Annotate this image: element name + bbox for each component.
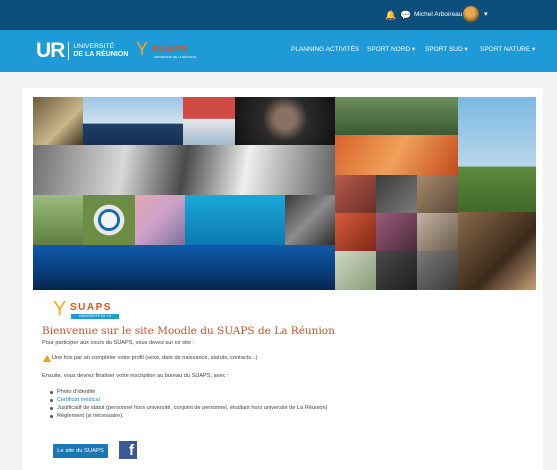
- bullet: [50, 391, 53, 394]
- photo-tile: [376, 251, 417, 290]
- suaps-logo-sub: UNIVERSITÉ DE LA RÉUNION: [71, 314, 119, 323]
- list-item: Justificatif de statut (personnel hors u…: [57, 405, 328, 411]
- university-line1: UNIVERSITÉ: [73, 43, 115, 50]
- user-name[interactable]: Michel Arboireau: [414, 9, 462, 21]
- photo-tile: [335, 175, 376, 213]
- photo-tile: [183, 97, 235, 145]
- bullet: [50, 399, 53, 402]
- runner-icon: Y: [136, 39, 149, 59]
- photo-tile: [335, 135, 458, 175]
- suaps-site-button[interactable]: Le site du SUAPS: [53, 444, 108, 458]
- nav-planning-activites[interactable]: PLANNING ACTIVITÉS: [291, 45, 359, 55]
- photo-tile: [185, 195, 285, 245]
- facebook-icon[interactable]: f: [119, 441, 137, 459]
- suaps-logo-word: SUAPS: [70, 302, 112, 313]
- photo-tile: [235, 97, 335, 145]
- photo-tile: [335, 213, 376, 251]
- medical-certificate-link[interactable]: Certificat médical: [57, 396, 100, 404]
- sports-photo-collage: [33, 97, 536, 290]
- suaps-nav-logo[interactable]: Y SUAPS UNIVERSITÉ DE LA RÉUNION: [136, 38, 198, 62]
- suaps-nav-word: SUAPS: [152, 44, 189, 54]
- photo-tile: [335, 97, 458, 135]
- photo-tile: [33, 245, 335, 290]
- photo-tile: [285, 195, 335, 245]
- warning-text: Une fois par an compléter votre profil (…: [52, 355, 258, 361]
- suaps-nav-sub: UNIVERSITÉ DE LA RÉUNION: [154, 55, 197, 59]
- photo-tile: [417, 251, 458, 290]
- photo-tile: [335, 251, 376, 290]
- nav-sport-sud[interactable]: SPORT SUD ▾: [425, 45, 468, 55]
- photo-tile: [458, 97, 536, 212]
- photo-tile: [417, 175, 458, 213]
- list-item: Photo d'identité: [57, 389, 96, 395]
- photo-tile: [135, 195, 185, 245]
- warning-icon: [43, 355, 51, 362]
- photo-tile: [376, 213, 417, 251]
- user-bar: 🔔 💬 Michel Arboireau ▾: [0, 0, 557, 30]
- university-line2: DE LA RÉUNION: [73, 51, 129, 58]
- bullet: [50, 407, 53, 410]
- avatar[interactable]: [463, 6, 479, 22]
- photo-tile: [417, 213, 458, 251]
- university-mark: UR: [36, 39, 65, 62]
- then-text: Ensuite, vous devrez finaliser votre ins…: [42, 373, 229, 379]
- university-logo[interactable]: UR UNIVERSITÉ DE LA RÉUNION: [36, 40, 128, 62]
- chat-icon[interactable]: 💬: [400, 10, 411, 20]
- university-name: UNIVERSITÉ DE LA RÉUNION: [73, 43, 128, 59]
- photo-tile: [33, 97, 83, 145]
- photo-tile: [83, 97, 183, 145]
- page-title: Bienvenue sur le site Moodle du SUAPS de…: [42, 325, 335, 337]
- list-item: Règlement (si nécessaire).: [57, 413, 124, 419]
- suaps-logo: Y SUAPS UNIVERSITÉ DE LA RÉUNION: [53, 298, 123, 323]
- photo-tile: [33, 195, 83, 245]
- logo-divider: [68, 42, 70, 60]
- nav-sport-nature[interactable]: SPORT NATURE ▾: [480, 45, 535, 55]
- photo-tile: [376, 175, 417, 213]
- intro-text: Pour participer aux cours du SUAPS, vous…: [42, 340, 195, 346]
- photo-tile: [83, 195, 135, 245]
- chevron-down-icon[interactable]: ▾: [484, 9, 488, 21]
- photo-tile: [458, 212, 536, 290]
- bell-icon[interactable]: 🔔: [385, 10, 396, 20]
- runner-icon: Y: [53, 298, 67, 320]
- photo-tile: [33, 145, 335, 195]
- bullet: [50, 415, 53, 418]
- nav-sport-nord[interactable]: SPORT NORD ▾: [367, 45, 415, 55]
